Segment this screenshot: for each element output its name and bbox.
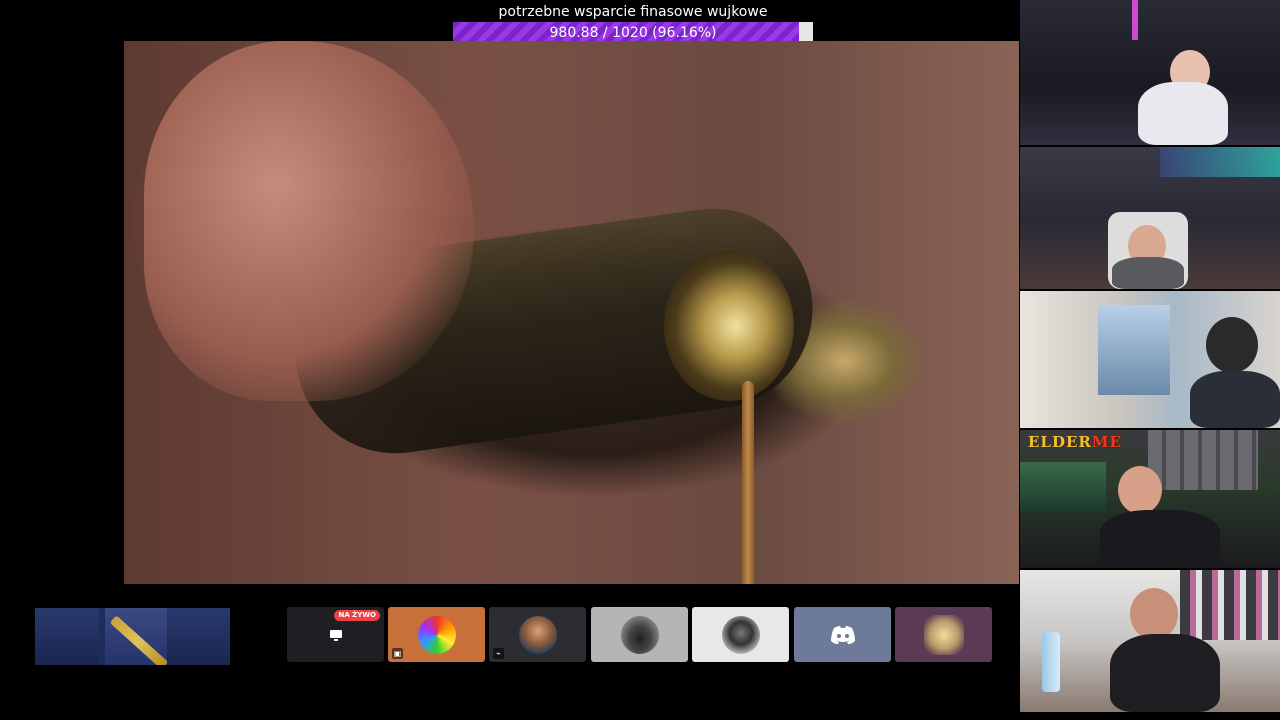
person-body xyxy=(1100,510,1220,568)
tile-user-man[interactable]: ⌁ xyxy=(489,607,586,662)
person-head xyxy=(1118,466,1162,514)
shelf xyxy=(1148,430,1258,490)
tile-user-face[interactable] xyxy=(895,607,992,662)
screen-icon: ▣ xyxy=(392,648,403,659)
webcam-1 xyxy=(1020,0,1280,145)
rgb-light xyxy=(1160,147,1280,177)
bottle-neck xyxy=(664,251,794,401)
webcam-5 xyxy=(1020,570,1280,712)
neon-light xyxy=(1132,0,1138,40)
goal-title: potrzebne wsparcie finasowe wujkowe xyxy=(498,4,768,20)
oil-stream xyxy=(742,381,754,584)
person-body xyxy=(1110,634,1220,712)
webcam-4: ELDERME xyxy=(1020,430,1280,568)
main-video[interactable] xyxy=(124,41,1019,584)
water-bottle xyxy=(1042,632,1060,692)
tile-user-discord[interactable] xyxy=(794,607,891,662)
person-body xyxy=(1138,82,1228,145)
person-head xyxy=(1206,317,1258,373)
live-badge: NA ŻYWO xyxy=(334,610,380,621)
screen-share-icon xyxy=(329,629,342,641)
avatar-face xyxy=(923,614,964,655)
clothes-rack xyxy=(1180,570,1280,640)
tile-user-car[interactable] xyxy=(591,607,688,662)
avatar-rainbow xyxy=(417,615,456,654)
webcam-3 xyxy=(1020,291,1280,428)
tile-user-rainbow[interactable]: ▣ xyxy=(388,607,485,662)
skin-cell xyxy=(35,608,99,665)
skin-strip xyxy=(35,608,230,665)
tile-user-bw[interactable] xyxy=(692,607,789,662)
skin-cell xyxy=(167,608,230,665)
discord-icon xyxy=(830,625,855,644)
person-body xyxy=(1190,371,1280,428)
hand-shape xyxy=(144,41,474,401)
webcam-2 xyxy=(1020,147,1280,289)
aquarium xyxy=(1020,462,1106,512)
tile-stream[interactable]: NA ŻYWO xyxy=(287,607,384,662)
mute-icon: ⌁ xyxy=(493,648,504,659)
window-view xyxy=(1098,305,1170,395)
avatar-bw xyxy=(721,615,760,654)
cam-4-logo: ELDERME xyxy=(1028,433,1122,451)
person-body xyxy=(1112,257,1184,289)
avatar-man xyxy=(518,615,557,654)
avatar-car xyxy=(620,615,659,654)
person-head xyxy=(1130,588,1178,640)
